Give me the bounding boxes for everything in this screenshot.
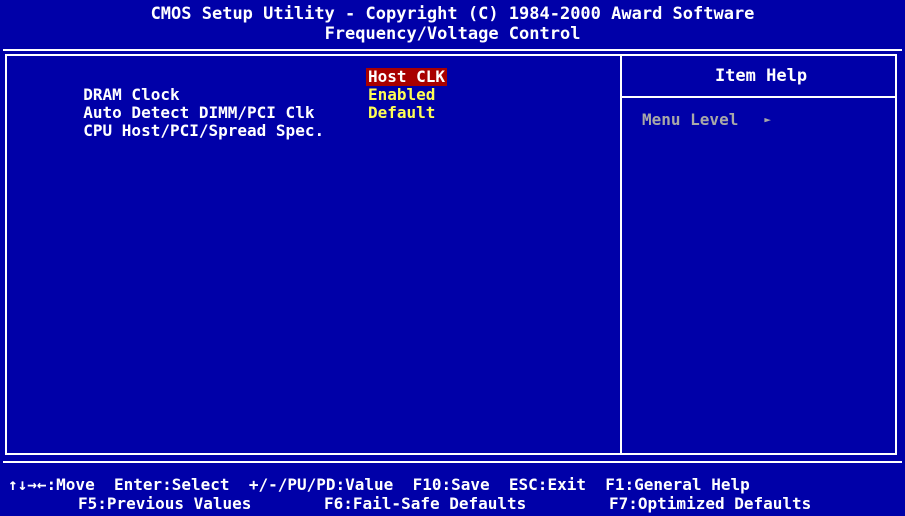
footer-divider (3, 461, 902, 463)
setting-row-cpu-host-pci-spread[interactable]: CPU Host/PCI/Spread Spec. (64, 104, 324, 140)
footer-optimized-defaults: F7:Optimized Defaults (609, 494, 812, 513)
setting-value-dram-clock[interactable]: Host CLK (366, 68, 448, 86)
setting-value-cpu-host-pci-spread[interactable]: Default (368, 104, 435, 122)
right-arrow-icon: ► (764, 113, 771, 126)
item-help-title: Item Help (714, 66, 808, 86)
header-divider (3, 49, 902, 51)
menu-level: Menu Level ► (642, 110, 771, 129)
title-bar: CMOS Setup Utility - Copyright (C) 1984-… (0, 4, 905, 44)
page-title: Frequency/Voltage Control (324, 24, 581, 44)
setting-label: CPU Host/PCI/Spread Spec. (83, 121, 325, 140)
menu-level-label: Menu Level (642, 110, 739, 129)
setting-value-auto-detect-dimm-pci-clk[interactable]: Enabled (368, 86, 435, 104)
footer-previous-values: F5:Previous Values (78, 494, 252, 513)
footer-line-1: ↑↓→←:Move Enter:Select +/-/PU/PD:Value F… (8, 475, 750, 494)
help-separator (622, 96, 897, 98)
copyright-title: CMOS Setup Utility - Copyright (C) 1984-… (150, 4, 755, 24)
help-panel-divider (620, 54, 622, 455)
footer-fail-safe-defaults: F6:Fail-Safe Defaults (324, 494, 527, 513)
